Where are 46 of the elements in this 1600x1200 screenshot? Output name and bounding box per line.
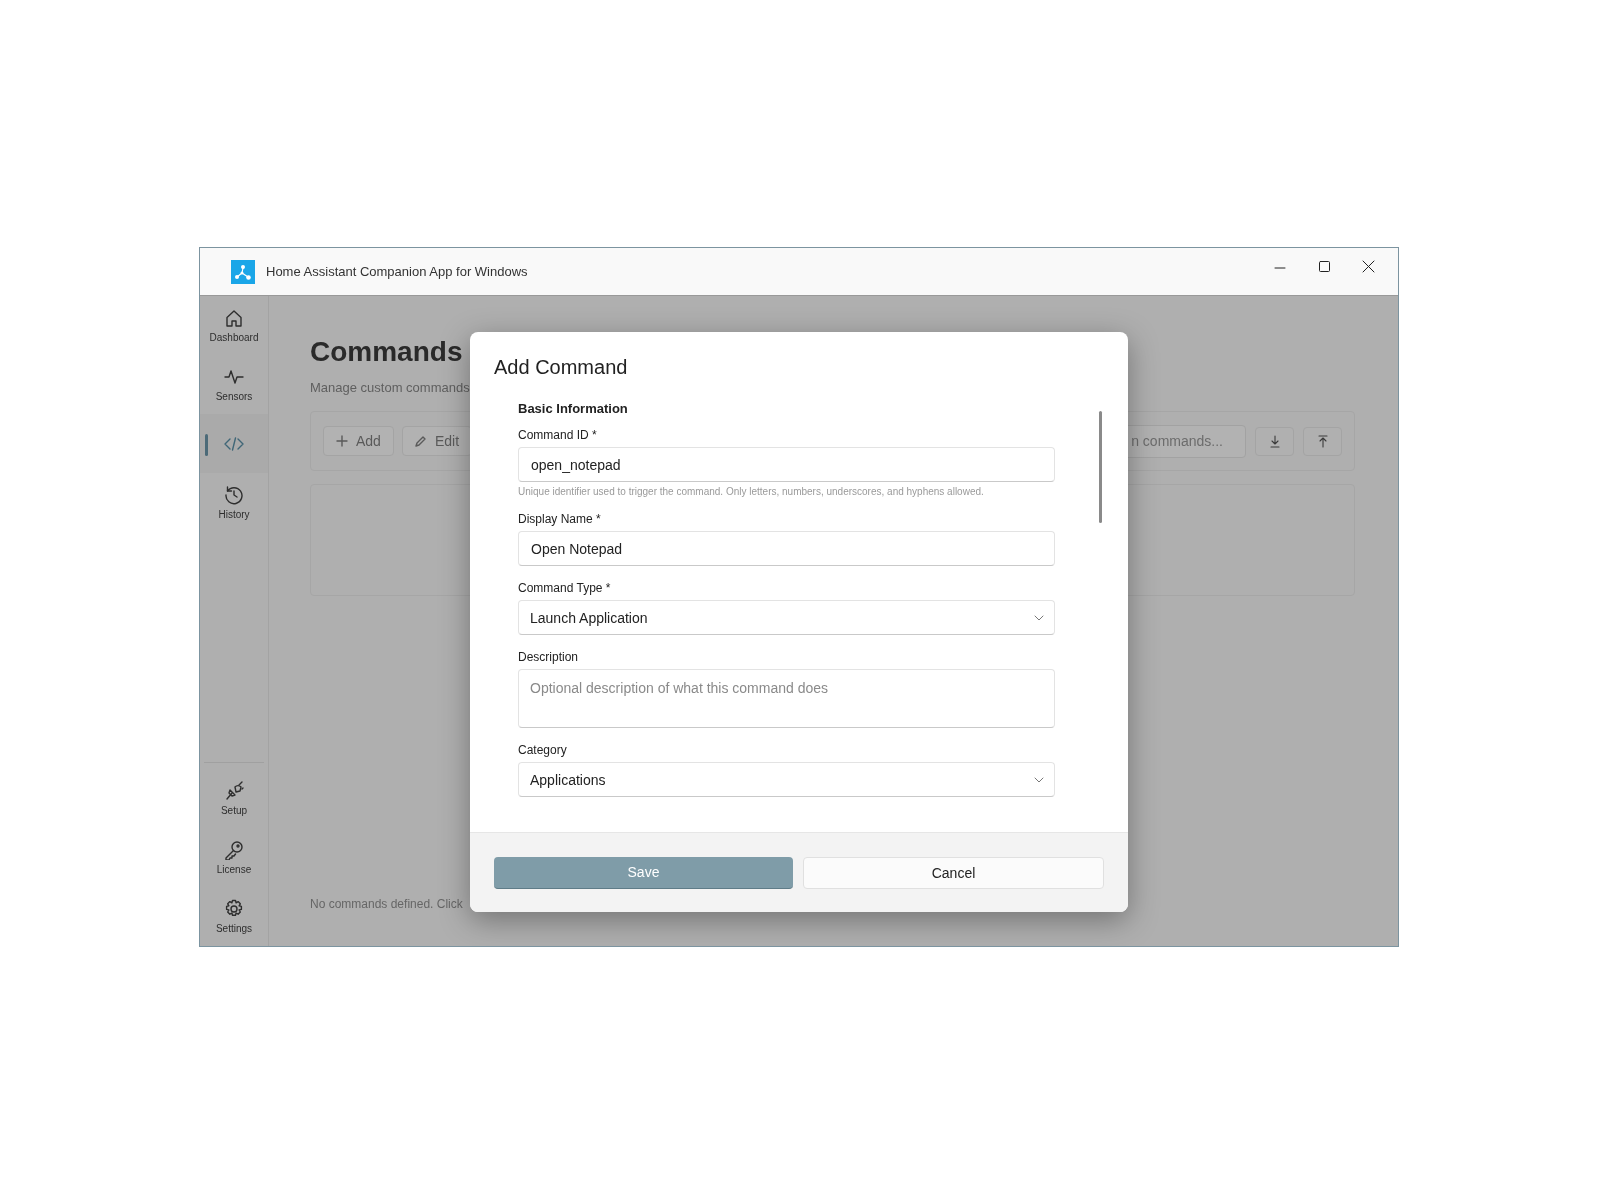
page-title: Commands xyxy=(310,336,463,368)
input-field[interactable]: open_notepad xyxy=(518,447,1055,482)
field-label: Command ID * xyxy=(518,428,598,442)
chevron-icon xyxy=(1034,776,1044,783)
dropdown[interactable]: Applications xyxy=(518,762,1055,797)
field-label: Display Name * xyxy=(518,512,602,526)
upload-button[interactable] xyxy=(1303,426,1342,456)
input-field[interactable]: Open Notepad xyxy=(518,531,1055,566)
toolbar-button[interactable]: Add xyxy=(323,426,394,456)
field-hint: Unique identifier used to trigger the command. Only letters, numbers, underscores, and hyphens allowed. xyxy=(518,486,985,497)
maximize-icon[interactable] xyxy=(1317,259,1331,273)
cancel-button[interactable]: Cancel xyxy=(803,856,1104,889)
download-icon xyxy=(1268,434,1281,448)
history-icon xyxy=(224,485,244,505)
app-logo-icon xyxy=(231,259,255,284)
dialog-title: Add Command xyxy=(494,356,629,379)
nav-item[interactable]: License xyxy=(200,828,268,887)
nav-item[interactable] xyxy=(200,414,268,473)
window-title: Home Assistant Companion App for Windows xyxy=(266,264,528,279)
field-label: Description xyxy=(518,650,580,664)
nav-item[interactable]: Sensors xyxy=(200,355,268,414)
nav-item[interactable]: Dashboard xyxy=(200,296,268,355)
upload-icon xyxy=(1316,434,1329,448)
dropdown[interactable]: Launch Application xyxy=(518,600,1055,635)
pulse-icon xyxy=(224,367,244,387)
plus-icon xyxy=(336,435,348,447)
toolbar-button[interactable]: Edit xyxy=(401,426,473,456)
close-icon[interactable] xyxy=(1361,259,1375,273)
gear-icon xyxy=(224,899,244,919)
nav-item[interactable]: Settings xyxy=(200,887,268,946)
field-label: Category xyxy=(518,743,568,757)
chevron-icon xyxy=(1034,614,1044,621)
field-label: Command Type * xyxy=(518,581,612,595)
home-icon xyxy=(224,308,244,328)
scrollbar[interactable] xyxy=(1099,411,1102,523)
nav-item[interactable]: Setup xyxy=(200,769,268,828)
pencil-icon xyxy=(414,435,427,447)
plug-icon xyxy=(224,781,244,801)
page-subtitle: Manage custom commands xyxy=(310,380,471,395)
download-button[interactable] xyxy=(1255,426,1294,456)
section-heading: Basic Information xyxy=(518,401,629,416)
key-icon xyxy=(224,840,244,860)
selection-indicator xyxy=(205,434,208,456)
nav-item[interactable]: History xyxy=(200,473,268,532)
empty-message: No commands defined. Click xyxy=(310,897,464,911)
text-area[interactable]: Optional description of what this command does xyxy=(518,669,1055,728)
